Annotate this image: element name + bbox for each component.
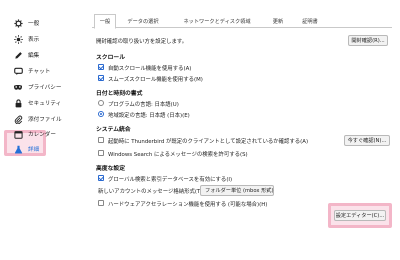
calendar-icon xyxy=(13,129,23,139)
regional-locale-radio[interactable] xyxy=(98,111,104,117)
sidebar-item-attachments[interactable]: 添付ファイル xyxy=(0,112,78,126)
sidebar-item-label: 一般 xyxy=(28,21,40,27)
sidebar-item-calendar[interactable]: カレンダー xyxy=(0,127,78,141)
default-client-checkbox[interactable] xyxy=(98,137,104,143)
sidebar-item-privacy[interactable]: プライバシー xyxy=(0,80,78,94)
tab-general[interactable]: 一般 xyxy=(94,14,116,29)
app-locale-label: プログラムの言語: 日本語(U) xyxy=(108,102,179,108)
tab-bar: 一般 データの選択 ネットワークとディスク領域 更新 証明書 xyxy=(92,14,392,29)
storage-format-select[interactable]: フォルダー単位 (mbox 形式) ▾ xyxy=(200,185,274,196)
windows-search-label: Windows Search によるメッセージの検索を許可する(S) xyxy=(108,152,248,158)
tab-certificates[interactable]: 証明書 xyxy=(294,14,326,28)
smooth-scroll-checkbox[interactable] xyxy=(98,75,104,81)
return-receipts-text: 開封確認の取り扱い方を設定します。 xyxy=(96,39,188,45)
config-editor-button[interactable]: 設定エディター(C)... xyxy=(334,210,386,221)
default-client-label: 起動時に Thunderbird が既定のクライアントとして設定されているか確認… xyxy=(108,139,309,145)
smooth-scroll-label: スムーズスクロール機能を使用する(M) xyxy=(108,77,203,83)
sidebar-item-label: 詳細 xyxy=(28,147,40,153)
sidebar-item-label: セキュリティ xyxy=(28,101,62,107)
auto-scroll-checkbox[interactable] xyxy=(98,64,104,70)
auto-scroll-label: 自動スクロール機能を使用する(A) xyxy=(108,66,192,72)
tab-data-choices[interactable]: データの選択 xyxy=(120,14,166,28)
storage-format-value: フォルダー単位 (mbox 形式) xyxy=(205,188,274,194)
chat-bubble-icon xyxy=(13,66,23,76)
sidebar-item-display[interactable]: 表示 xyxy=(0,32,78,46)
sidebar-item-label: チャット xyxy=(28,69,51,75)
mask-icon xyxy=(13,82,23,92)
gear-icon xyxy=(13,18,23,28)
storage-format-label: 新しいアカウントのメッセージ格納形式(T): xyxy=(98,189,205,195)
flask-icon xyxy=(13,144,23,154)
global-search-checkbox[interactable] xyxy=(98,175,104,181)
lock-icon xyxy=(13,98,23,108)
sidebar-item-label: 編集 xyxy=(28,53,40,59)
app-locale-radio[interactable] xyxy=(98,100,104,106)
global-search-label: グローバル検索と索引データベースを有効にする(I) xyxy=(108,177,233,183)
windows-search-checkbox[interactable] xyxy=(98,150,104,156)
sidebar-item-compose[interactable]: 編集 xyxy=(0,48,78,62)
tab-update[interactable]: 更新 xyxy=(266,14,290,28)
sidebar-item-advanced[interactable]: 詳細 xyxy=(0,142,78,156)
pencil-icon xyxy=(13,50,23,60)
regional-locale-label: 地域設定の言語: 日本語 (日本)(E) xyxy=(108,113,190,119)
return-receipts-button[interactable]: 開封確認(R)... xyxy=(348,35,388,46)
sidebar: 一般 表示 編集 チャット プライバシー セキュリティ 添付ファイル カレンダー… xyxy=(0,0,78,260)
sidebar-item-general[interactable]: 一般 xyxy=(0,16,78,30)
hw-accel-label: ハードウェアアクセラレーション機能を使用する (可能な場合)(H) xyxy=(108,202,268,208)
sidebar-item-chat[interactable]: チャット xyxy=(0,64,78,78)
check-now-button[interactable]: 今すぐ確認(N)... xyxy=(344,135,390,146)
chevron-down-icon: ▾ xyxy=(266,188,269,194)
config-heading: 高度な設定 xyxy=(96,166,125,172)
sidebar-item-label: 添付ファイル xyxy=(28,117,62,123)
scroll-heading: スクロール xyxy=(96,55,125,61)
paperclip-icon xyxy=(13,114,23,124)
sun-icon xyxy=(13,34,23,44)
datetime-heading: 日付と時刻の書式 xyxy=(96,91,143,97)
system-heading: システム統合 xyxy=(96,127,131,133)
sidebar-item-label: プライバシー xyxy=(28,85,62,91)
sidebar-item-security[interactable]: セキュリティ xyxy=(0,96,78,110)
sidebar-item-label: カレンダー xyxy=(28,132,56,138)
tab-network-disk[interactable]: ネットワークとディスク領域 xyxy=(170,14,264,28)
sidebar-item-label: 表示 xyxy=(28,37,40,43)
hw-accel-checkbox[interactable] xyxy=(98,200,104,206)
